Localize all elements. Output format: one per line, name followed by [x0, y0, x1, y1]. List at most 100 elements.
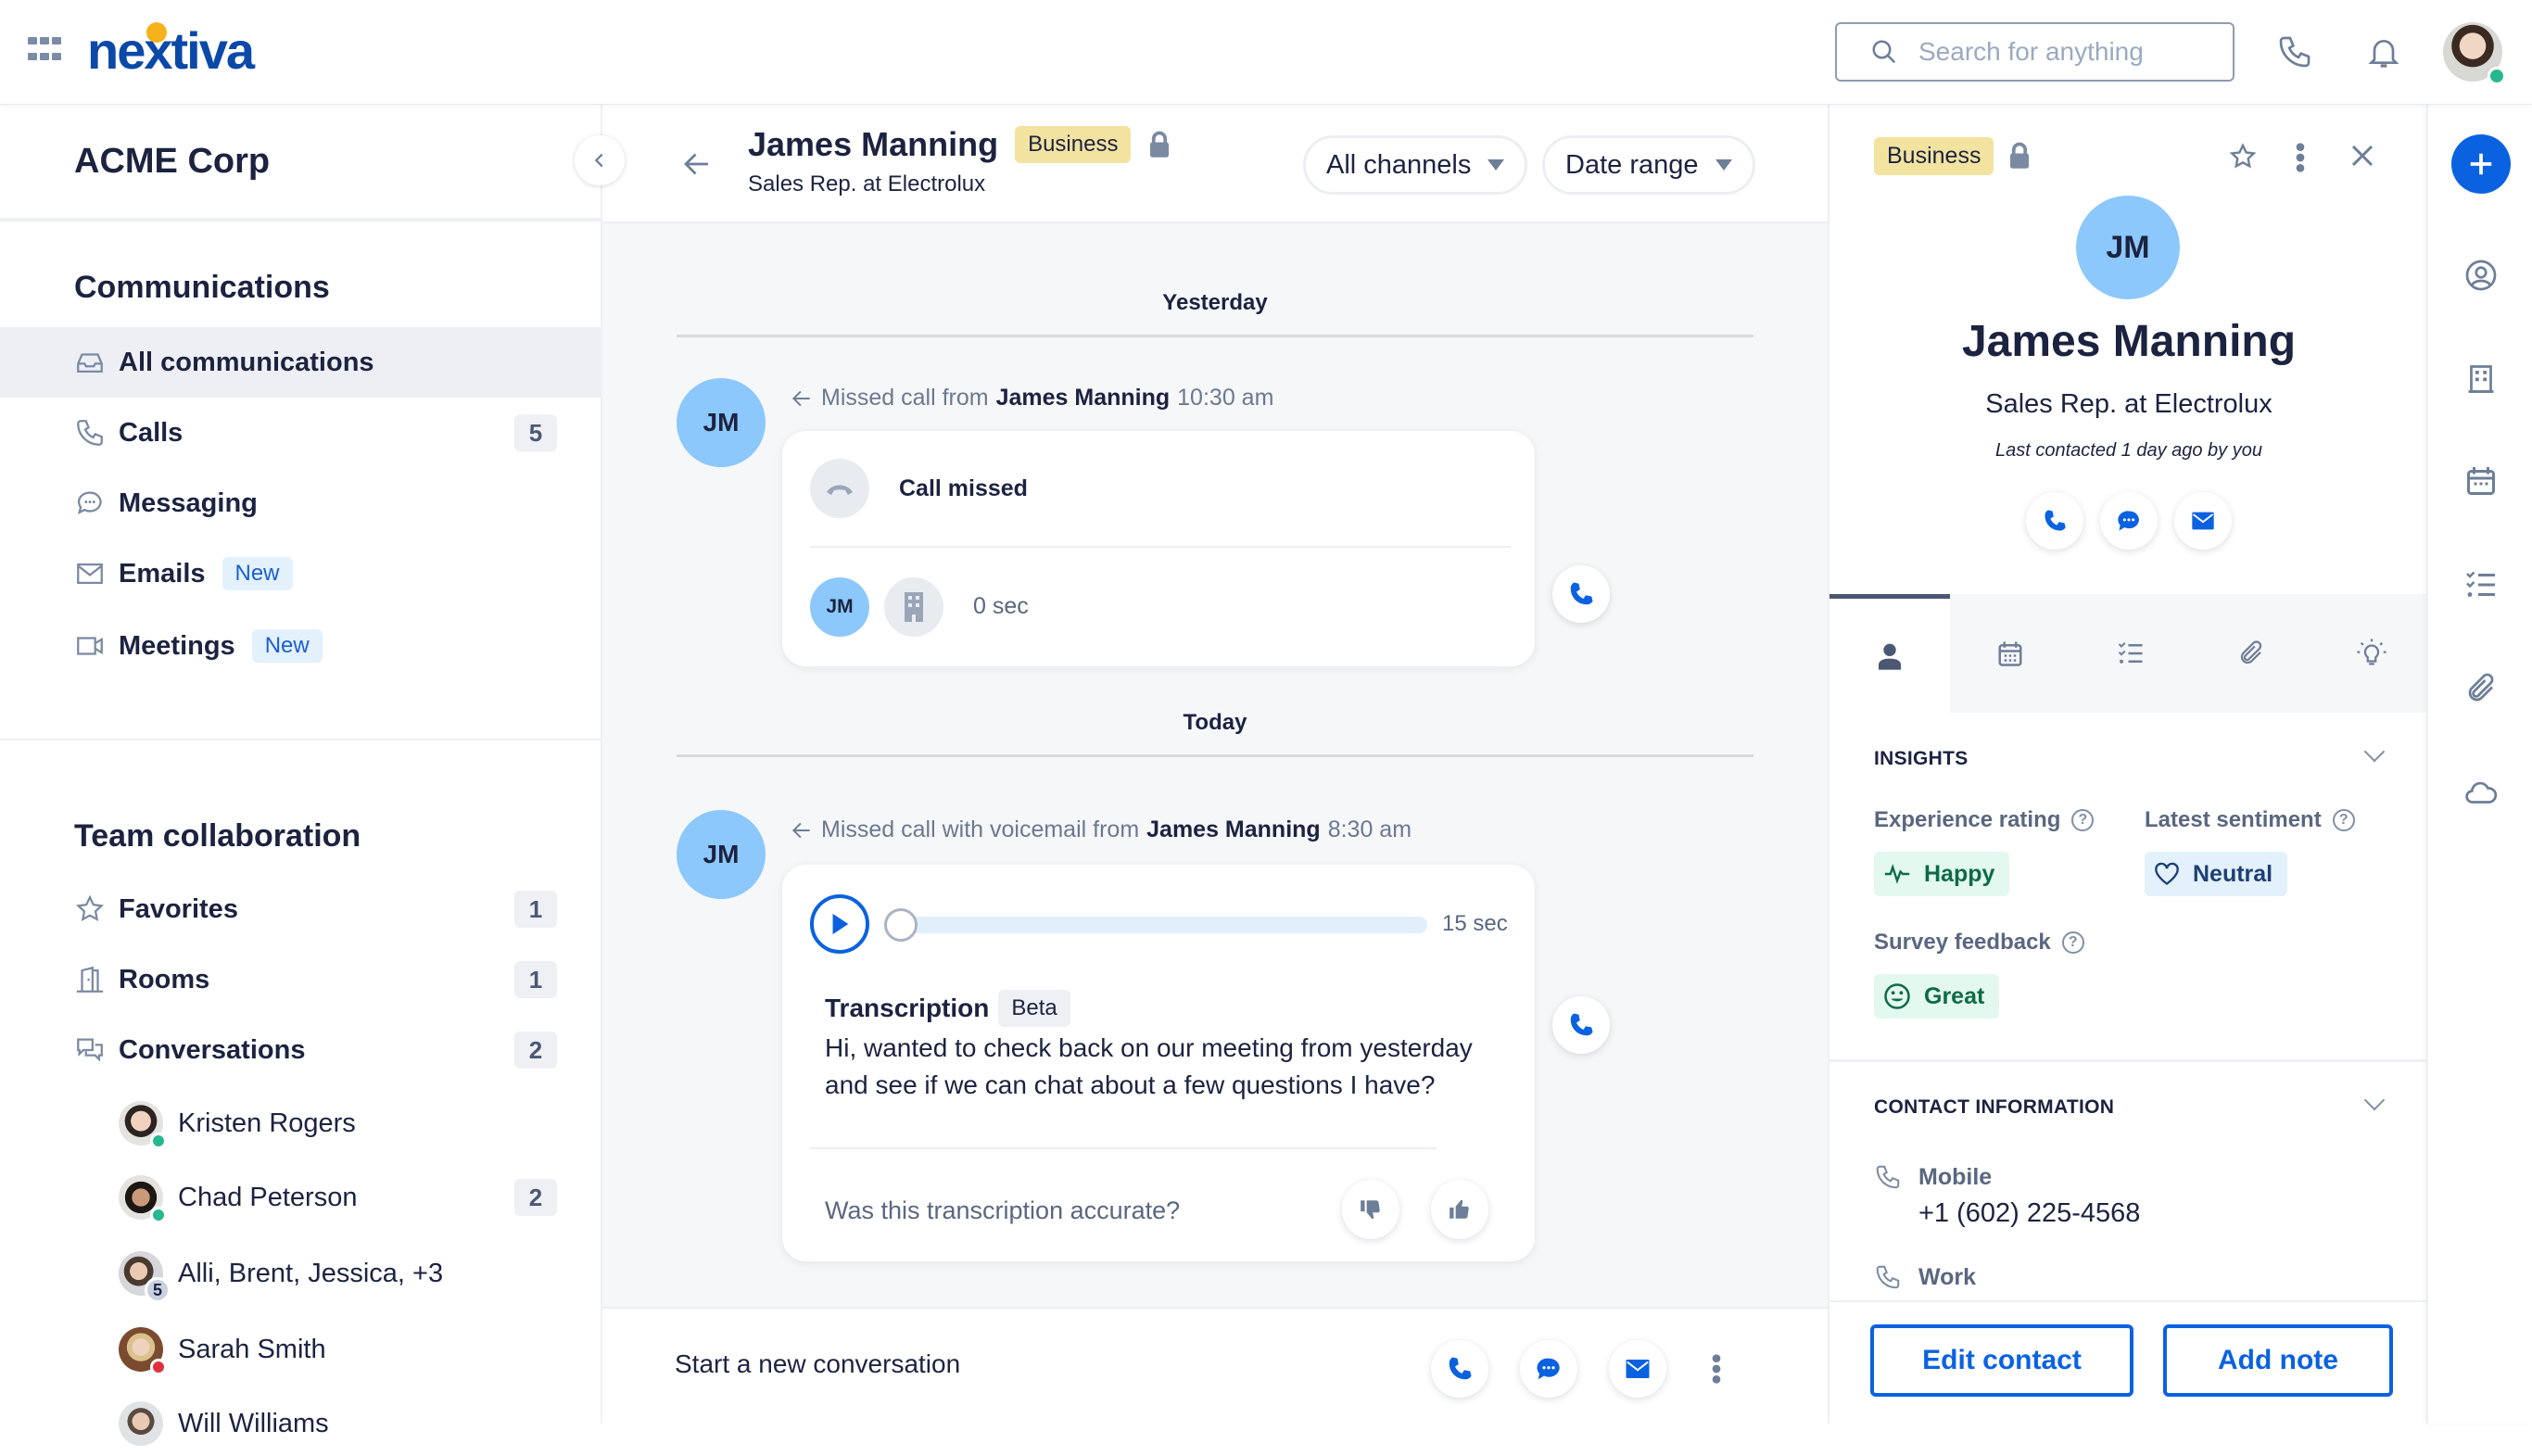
caret-down-icon [1488, 159, 1505, 171]
start-call-button[interactable] [1431, 1340, 1488, 1398]
conversation-item[interactable]: Sarah Smith [119, 1317, 326, 1382]
sidebar-item-label: All communications [119, 347, 374, 377]
more-vertical-icon[interactable] [2295, 142, 2306, 173]
tab-profile[interactable] [1829, 594, 1950, 713]
chevron-down-icon[interactable] [2363, 741, 2386, 763]
door-icon [76, 966, 104, 993]
plus-icon [2470, 153, 2492, 175]
app-grid-icon[interactable] [28, 37, 61, 65]
sidebar-item-conversations[interactable]: Conversations 2 [0, 1015, 601, 1085]
phone-icon[interactable] [2276, 33, 2313, 70]
conversation-name: Alli, Brent, Jessica, +3 [178, 1258, 444, 1288]
more-vertical-icon[interactable] [1711, 1353, 1722, 1385]
start-message-button[interactable] [1520, 1340, 1577, 1398]
conversation-item[interactable]: Will Williams [119, 1391, 329, 1456]
cloud-icon[interactable] [2464, 776, 2498, 809]
thumbs-up-button[interactable] [1431, 1180, 1488, 1239]
contact-circle-icon[interactable] [2464, 259, 2498, 292]
building-icon[interactable] [2464, 362, 2498, 396]
transcription-text: Hi, wanted to check back on our meeting … [825, 1033, 1473, 1099]
sidebar-item-favorites[interactable]: Favorites 1 [0, 874, 601, 944]
label-text: Experience rating [1874, 807, 2061, 832]
add-note-button[interactable]: Add note [2163, 1324, 2393, 1397]
sidebar-item-rooms[interactable]: Rooms 1 [0, 944, 601, 1015]
smiley-icon [1884, 983, 1910, 1009]
start-email-button[interactable] [1609, 1340, 1666, 1398]
phone-icon [1449, 1357, 1472, 1380]
voicemail-scrubber-handle[interactable] [884, 908, 918, 942]
divider [0, 218, 602, 222]
right-rail [2426, 105, 2532, 1424]
missed-call-icon [810, 459, 869, 518]
tab-insights[interactable] [2311, 594, 2432, 713]
online-status-dot [2488, 67, 2506, 85]
latest-sentiment-label: Latest sentiment? [2145, 807, 2355, 833]
mobile-number[interactable]: +1 (602) 225-4568 [1918, 1198, 2140, 1229]
conversation-item[interactable]: 5 Alli, Brent, Jessica, +3 [119, 1241, 443, 1306]
bell-icon[interactable] [2365, 33, 2402, 70]
tab-calendar[interactable] [1950, 594, 2070, 713]
star-icon[interactable] [2228, 142, 2258, 171]
call-back-button[interactable] [1552, 565, 1610, 623]
tab-attachments[interactable] [2191, 594, 2311, 713]
thumbs-down-button[interactable] [1342, 1180, 1399, 1239]
caret-down-icon [1715, 159, 1732, 171]
sidebar-item-messaging[interactable]: Messaging [0, 468, 601, 538]
checklist-icon[interactable] [2464, 568, 2498, 601]
chip-value: Neutral [2193, 860, 2273, 887]
add-button[interactable] [2451, 134, 2511, 194]
team-collaboration-heading: Team collaboration [74, 818, 361, 854]
sidebar-item-meetings[interactable]: Meetings New [0, 611, 601, 681]
conversation-name: Sarah Smith [178, 1334, 326, 1364]
help-icon[interactable]: ? [2332, 809, 2355, 831]
help-icon[interactable]: ? [2061, 931, 2084, 954]
work-label: Work [1918, 1264, 1977, 1290]
collapse-sidebar-button[interactable] [575, 135, 625, 185]
user-avatar[interactable] [2443, 22, 2506, 85]
missed-call-card: Call missed JM 0 sec [782, 431, 1535, 666]
online-status-dot [150, 1133, 167, 1149]
date-separator: Today [1183, 710, 1247, 735]
search-input[interactable]: Search for anything [1835, 22, 2234, 82]
voicemail-progress-track[interactable] [892, 917, 1427, 933]
insights-heading: INSIGHTS [1874, 748, 1969, 769]
contact-information-heading: CONTACT INFORMATION [1874, 1096, 2115, 1118]
nextiva-logo[interactable]: nextiva [87, 20, 255, 81]
sidebar-item-emails[interactable]: Emails New [0, 538, 601, 609]
search-placeholder: Search for anything [1918, 37, 2144, 66]
event-meta: Missed call with voicemail from James Ma… [790, 817, 1412, 843]
conversation-item[interactable]: Kristen Rogers [119, 1091, 356, 1156]
call-back-button[interactable] [1552, 996, 1610, 1054]
participant-avatar: JM [810, 577, 869, 637]
call-contact-button[interactable] [2026, 492, 2083, 550]
voicemail-duration: 15 sec [1442, 911, 1508, 936]
contact-name: James Manning [1961, 317, 2297, 366]
help-icon[interactable]: ? [2071, 809, 2095, 831]
email-contact-button[interactable] [2174, 492, 2232, 550]
envelope-icon [77, 563, 103, 585]
message-contact-button[interactable] [2100, 492, 2158, 550]
close-icon[interactable] [2348, 142, 2376, 170]
chevron-down-icon[interactable] [2363, 1089, 2386, 1111]
contact-subtitle: Sales Rep. at Electrolux [748, 171, 986, 196]
contact-title: Sales Rep. at Electrolux [1985, 389, 2272, 419]
event-meta: Missed call from James Manning 10:30 am [790, 385, 1273, 411]
paperclip-icon[interactable] [2464, 672, 2498, 705]
play-button[interactable] [810, 894, 869, 954]
edit-contact-button[interactable]: Edit contact [1870, 1324, 2133, 1397]
thumbs-up-icon [1450, 1199, 1469, 1219]
sidebar-item-label: Emails [119, 558, 206, 589]
sidebar-item-calls[interactable]: Calls 5 [0, 398, 601, 468]
last-contacted: Last contacted 1 day ago by you [1995, 440, 2262, 461]
new-conversation-input[interactable]: Start a new conversation [675, 1349, 960, 1379]
back-arrow-icon[interactable] [680, 147, 714, 181]
dropdown-value: All channels [1326, 149, 1472, 180]
calendar-icon[interactable] [2464, 464, 2498, 498]
tab-tasks[interactable] [2070, 594, 2191, 713]
conversation-item[interactable]: Chad Peterson 2 [119, 1165, 563, 1230]
date-range-dropdown[interactable]: Date range [1542, 135, 1755, 195]
phone-icon [1570, 582, 1593, 605]
channels-dropdown[interactable]: All channels [1303, 135, 1528, 195]
conversation-header: James Manning Business Sales Rep. at Ele… [602, 105, 1828, 223]
sidebar-item-all-communications[interactable]: All communications [0, 327, 601, 398]
